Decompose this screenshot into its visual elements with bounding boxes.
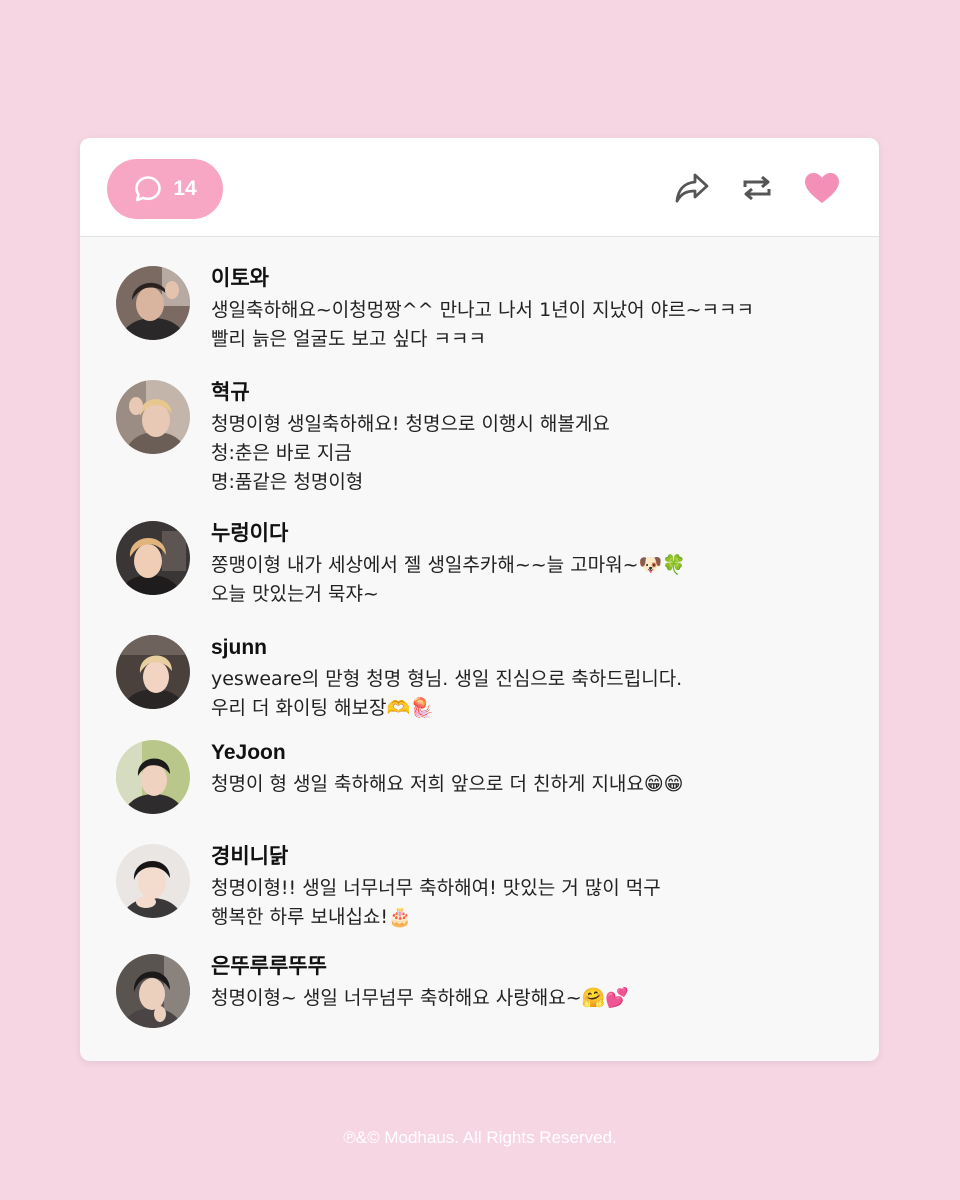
comment-author[interactable]: 경비니닭 [211, 844, 288, 870]
comment-text-line: 청명이형!! 생일 너무너무 축하해여! 맛있는 거 많이 먹구 [211, 877, 661, 899]
repost-button[interactable] [737, 168, 777, 208]
comment-text-line: 청명이 형 생일 축하해요 저희 앞으로 더 친하게 지내요😁😁 [211, 773, 684, 795]
comment-text-line: yesweare의 맏형 청명 형님. 생일 진심으로 축하드립니다. [211, 668, 683, 690]
comment-text-line: 쫑맹이형 내가 세상에서 젤 생일추카해~~늘 고마워~🐶🍀 [211, 554, 686, 576]
comment-count-button[interactable]: 14 [107, 159, 223, 219]
comment-author[interactable]: 이토와 [211, 266, 269, 292]
comment-author[interactable]: 누렁이다 [211, 521, 288, 547]
copyright-footer: ℗&© Modhaus. All Rights Reserved. [343, 1128, 617, 1147]
share-button[interactable] [672, 168, 712, 208]
comment-author[interactable]: 혁규 [211, 380, 250, 406]
avatar[interactable] [116, 740, 190, 814]
repost-icon [739, 172, 775, 204]
comment-author[interactable]: 은뚜루루뚜뚜 [211, 954, 327, 980]
heart-icon [803, 171, 841, 205]
avatar[interactable] [116, 521, 190, 595]
comment-card: 14 이토와 생일축하해요~이청멍짱^^ 만나고 나서 1년이 지났어 야르~ㅋ… [80, 138, 879, 1061]
comment-text-line: 청:춘은 바로 지금 [211, 442, 352, 464]
comment-text-line: 오늘 맛있는거 묵쟈~ [211, 583, 379, 605]
comment-author[interactable]: sjunn [211, 635, 267, 661]
avatar[interactable] [116, 635, 190, 709]
speech-bubble-icon [133, 174, 163, 204]
comment-count: 14 [173, 177, 197, 200]
avatar[interactable] [116, 844, 190, 918]
comment-author[interactable]: YeJoon [211, 740, 286, 766]
card-header: 14 [80, 138, 879, 237]
comment-text-line: 생일축하해요~이청멍짱^^ 만나고 나서 1년이 지났어 야르~ㅋㅋㅋ [211, 299, 754, 321]
comment-text-line: 행복한 하루 보내십쇼!🎂 [211, 906, 412, 928]
share-arrow-icon [673, 171, 711, 205]
avatar[interactable] [116, 380, 190, 454]
comment-text-line: 청명이형 생일축하해요! 청명으로 이행시 해볼게요 [211, 413, 610, 435]
avatar[interactable] [116, 266, 190, 340]
avatar[interactable] [116, 954, 190, 1028]
like-button[interactable] [802, 168, 842, 208]
comment-text-line: 명:품같은 청명이형 [211, 471, 364, 493]
comment-text-line: 빨리 늙은 얼굴도 보고 싶다 ㅋㅋㅋ [211, 328, 486, 350]
comment-text-line: 청명이형~ 생일 너무넘무 축하해요 사랑해요~🤗💕 [211, 987, 629, 1009]
comment-text-line: 우리 더 화이팅 해보장🫶🪼 [211, 697, 434, 719]
